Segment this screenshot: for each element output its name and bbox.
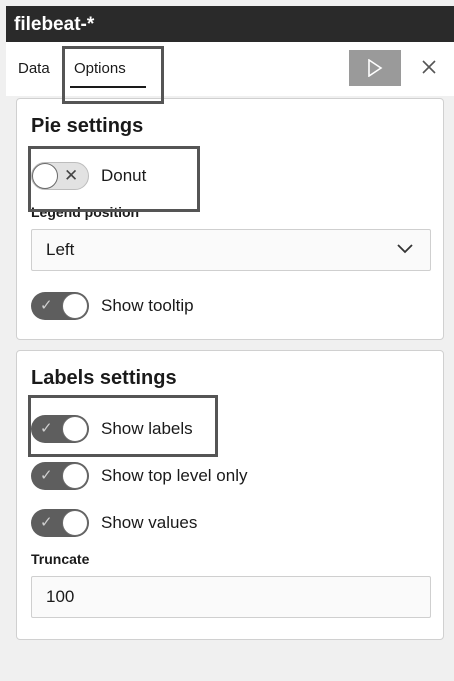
editor-frame: filebeat-* Data Options Pie settings ✕ D…	[0, 0, 454, 681]
switch-knob	[62, 463, 88, 489]
check-icon: ✓	[40, 514, 53, 531]
run-button[interactable]	[349, 50, 401, 86]
check-icon: ✓	[40, 420, 53, 437]
show-tooltip-label: Show tooltip	[101, 296, 194, 315]
show-tooltip-row: ✓ Show tooltip	[31, 291, 194, 321]
labels-settings-panel: Labels settings ✓ Show labels ✓ Show top…	[16, 350, 444, 640]
pie-settings-panel: Pie settings ✕ Donut Legend position Lef…	[16, 98, 444, 340]
legend-position-value: Left	[46, 240, 75, 259]
check-icon: ✓	[40, 467, 53, 484]
tab-options[interactable]: Options	[74, 60, 126, 77]
left-gutter	[6, 96, 16, 681]
show-top-level-label: Show top level only	[101, 466, 248, 485]
play-icon	[368, 59, 383, 77]
truncate-value: 100	[46, 587, 75, 606]
donut-label: Donut	[101, 166, 147, 185]
switch-knob	[62, 293, 88, 319]
show-tooltip-switch[interactable]: ✓	[31, 292, 89, 320]
switch-knob	[62, 510, 88, 536]
show-values-row: ✓ Show values	[31, 508, 197, 538]
close-button[interactable]	[416, 54, 442, 80]
show-top-level-switch[interactable]: ✓	[31, 462, 89, 490]
close-icon	[422, 60, 436, 74]
donut-toggle-row: ✕ Donut	[31, 161, 146, 191]
show-labels-label: Show labels	[101, 419, 193, 438]
pie-settings-title: Pie settings	[31, 115, 144, 137]
show-values-label: Show values	[101, 513, 198, 532]
show-values-switch[interactable]: ✓	[31, 509, 89, 537]
index-pattern-title: filebeat-*	[6, 6, 454, 42]
legend-position-label: Legend position	[31, 204, 140, 220]
show-labels-row: ✓ Show labels	[31, 414, 193, 444]
truncate-input[interactable]: 100	[31, 576, 431, 618]
switch-knob	[62, 416, 88, 442]
active-tab-indicator	[70, 86, 146, 88]
donut-switch[interactable]: ✕	[31, 162, 89, 190]
cross-icon: ✕	[64, 166, 79, 185]
legend-position-select[interactable]: Left	[31, 229, 431, 271]
tab-bar: Data Options	[6, 42, 454, 96]
show-top-level-row: ✓ Show top level only	[31, 461, 247, 491]
switch-knob	[32, 163, 58, 189]
chevron-down-icon	[397, 244, 413, 254]
check-icon: ✓	[40, 297, 53, 314]
truncate-label: Truncate	[31, 551, 90, 567]
tab-data[interactable]: Data	[18, 60, 50, 77]
labels-settings-title: Labels settings	[31, 367, 177, 389]
show-labels-switch[interactable]: ✓	[31, 415, 89, 443]
